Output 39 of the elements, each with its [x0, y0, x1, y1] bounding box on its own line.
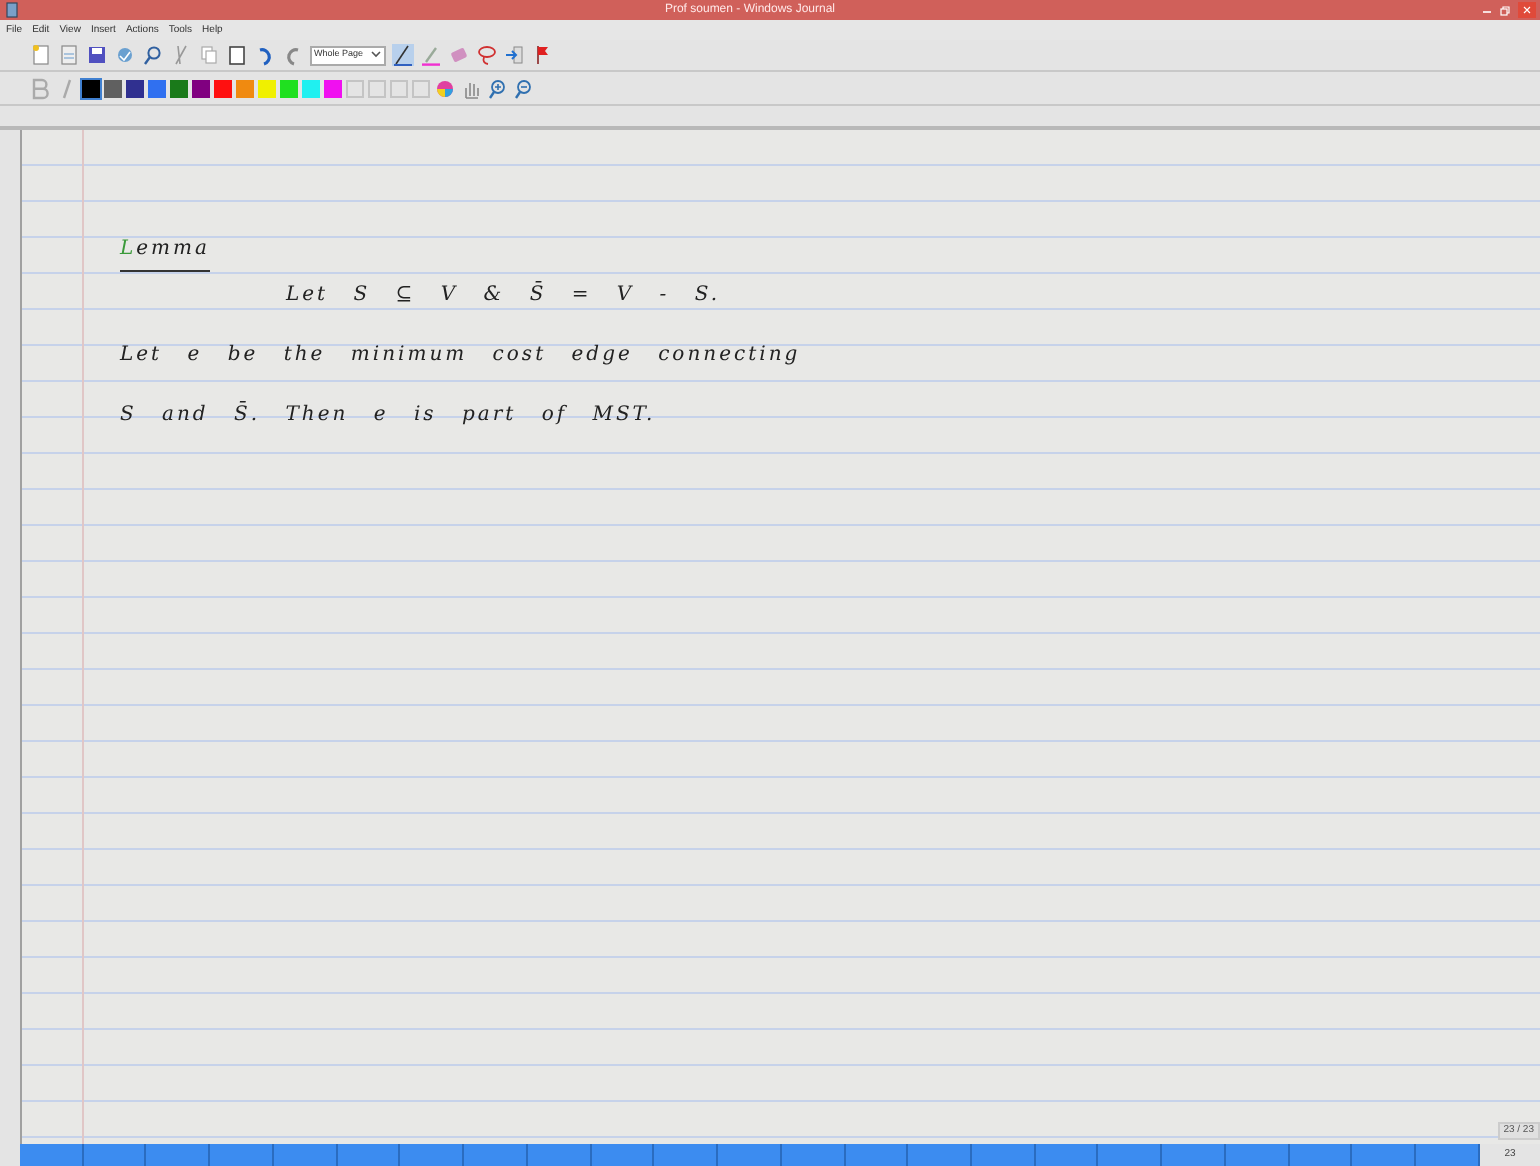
bold-icon[interactable]	[30, 77, 52, 99]
color-picker-icon[interactable]	[434, 77, 456, 99]
paste-icon[interactable]	[226, 44, 248, 66]
color-swatch[interactable]	[214, 79, 232, 97]
zoom-in-icon[interactable]	[486, 77, 508, 99]
undo-icon[interactable]	[254, 44, 276, 66]
search-icon[interactable]	[142, 44, 164, 66]
save-icon[interactable]	[86, 44, 108, 66]
close-icon[interactable]	[1518, 2, 1536, 18]
handwritten-line: Let e be the minimum cost edge connecting	[120, 344, 801, 368]
handwritten-line: S and S̄. Then e is part of MST.	[120, 404, 656, 428]
color-swatch[interactable]	[324, 79, 342, 97]
empty-swatch[interactable]	[412, 79, 430, 97]
color-swatch[interactable]	[258, 79, 276, 97]
color-swatch[interactable]	[82, 79, 100, 97]
new-note-icon[interactable]	[30, 44, 52, 66]
eraser-icon[interactable]	[448, 44, 470, 66]
empty-swatch[interactable]	[346, 79, 364, 97]
handwritten-line: Let S ⊆ V & S̄ = V - S.	[286, 284, 721, 308]
redo-icon[interactable]	[282, 44, 304, 66]
color-swatch[interactable]	[148, 79, 166, 97]
empty-swatch[interactable]	[390, 79, 408, 97]
minimize-icon[interactable]	[1482, 5, 1492, 15]
color-swatch[interactable]	[236, 79, 254, 97]
lasso-icon[interactable]	[476, 44, 498, 66]
pen-icon[interactable]	[392, 44, 414, 66]
zoom-out-icon[interactable]	[512, 77, 534, 99]
color-swatch[interactable]	[192, 79, 210, 97]
restore-icon[interactable]	[1500, 5, 1510, 15]
color-swatch[interactable]	[104, 79, 122, 97]
color-swatch[interactable]	[302, 79, 320, 97]
color-swatch[interactable]	[126, 79, 144, 97]
app-icon	[6, 2, 18, 18]
flag-icon[interactable]	[532, 44, 554, 66]
color-swatch[interactable]	[280, 79, 298, 97]
empty-swatch[interactable]	[368, 79, 386, 97]
color-swatch[interactable]	[170, 79, 188, 97]
insert-space-icon[interactable]	[504, 44, 526, 66]
handwritten-heading: Lemma	[120, 238, 210, 272]
